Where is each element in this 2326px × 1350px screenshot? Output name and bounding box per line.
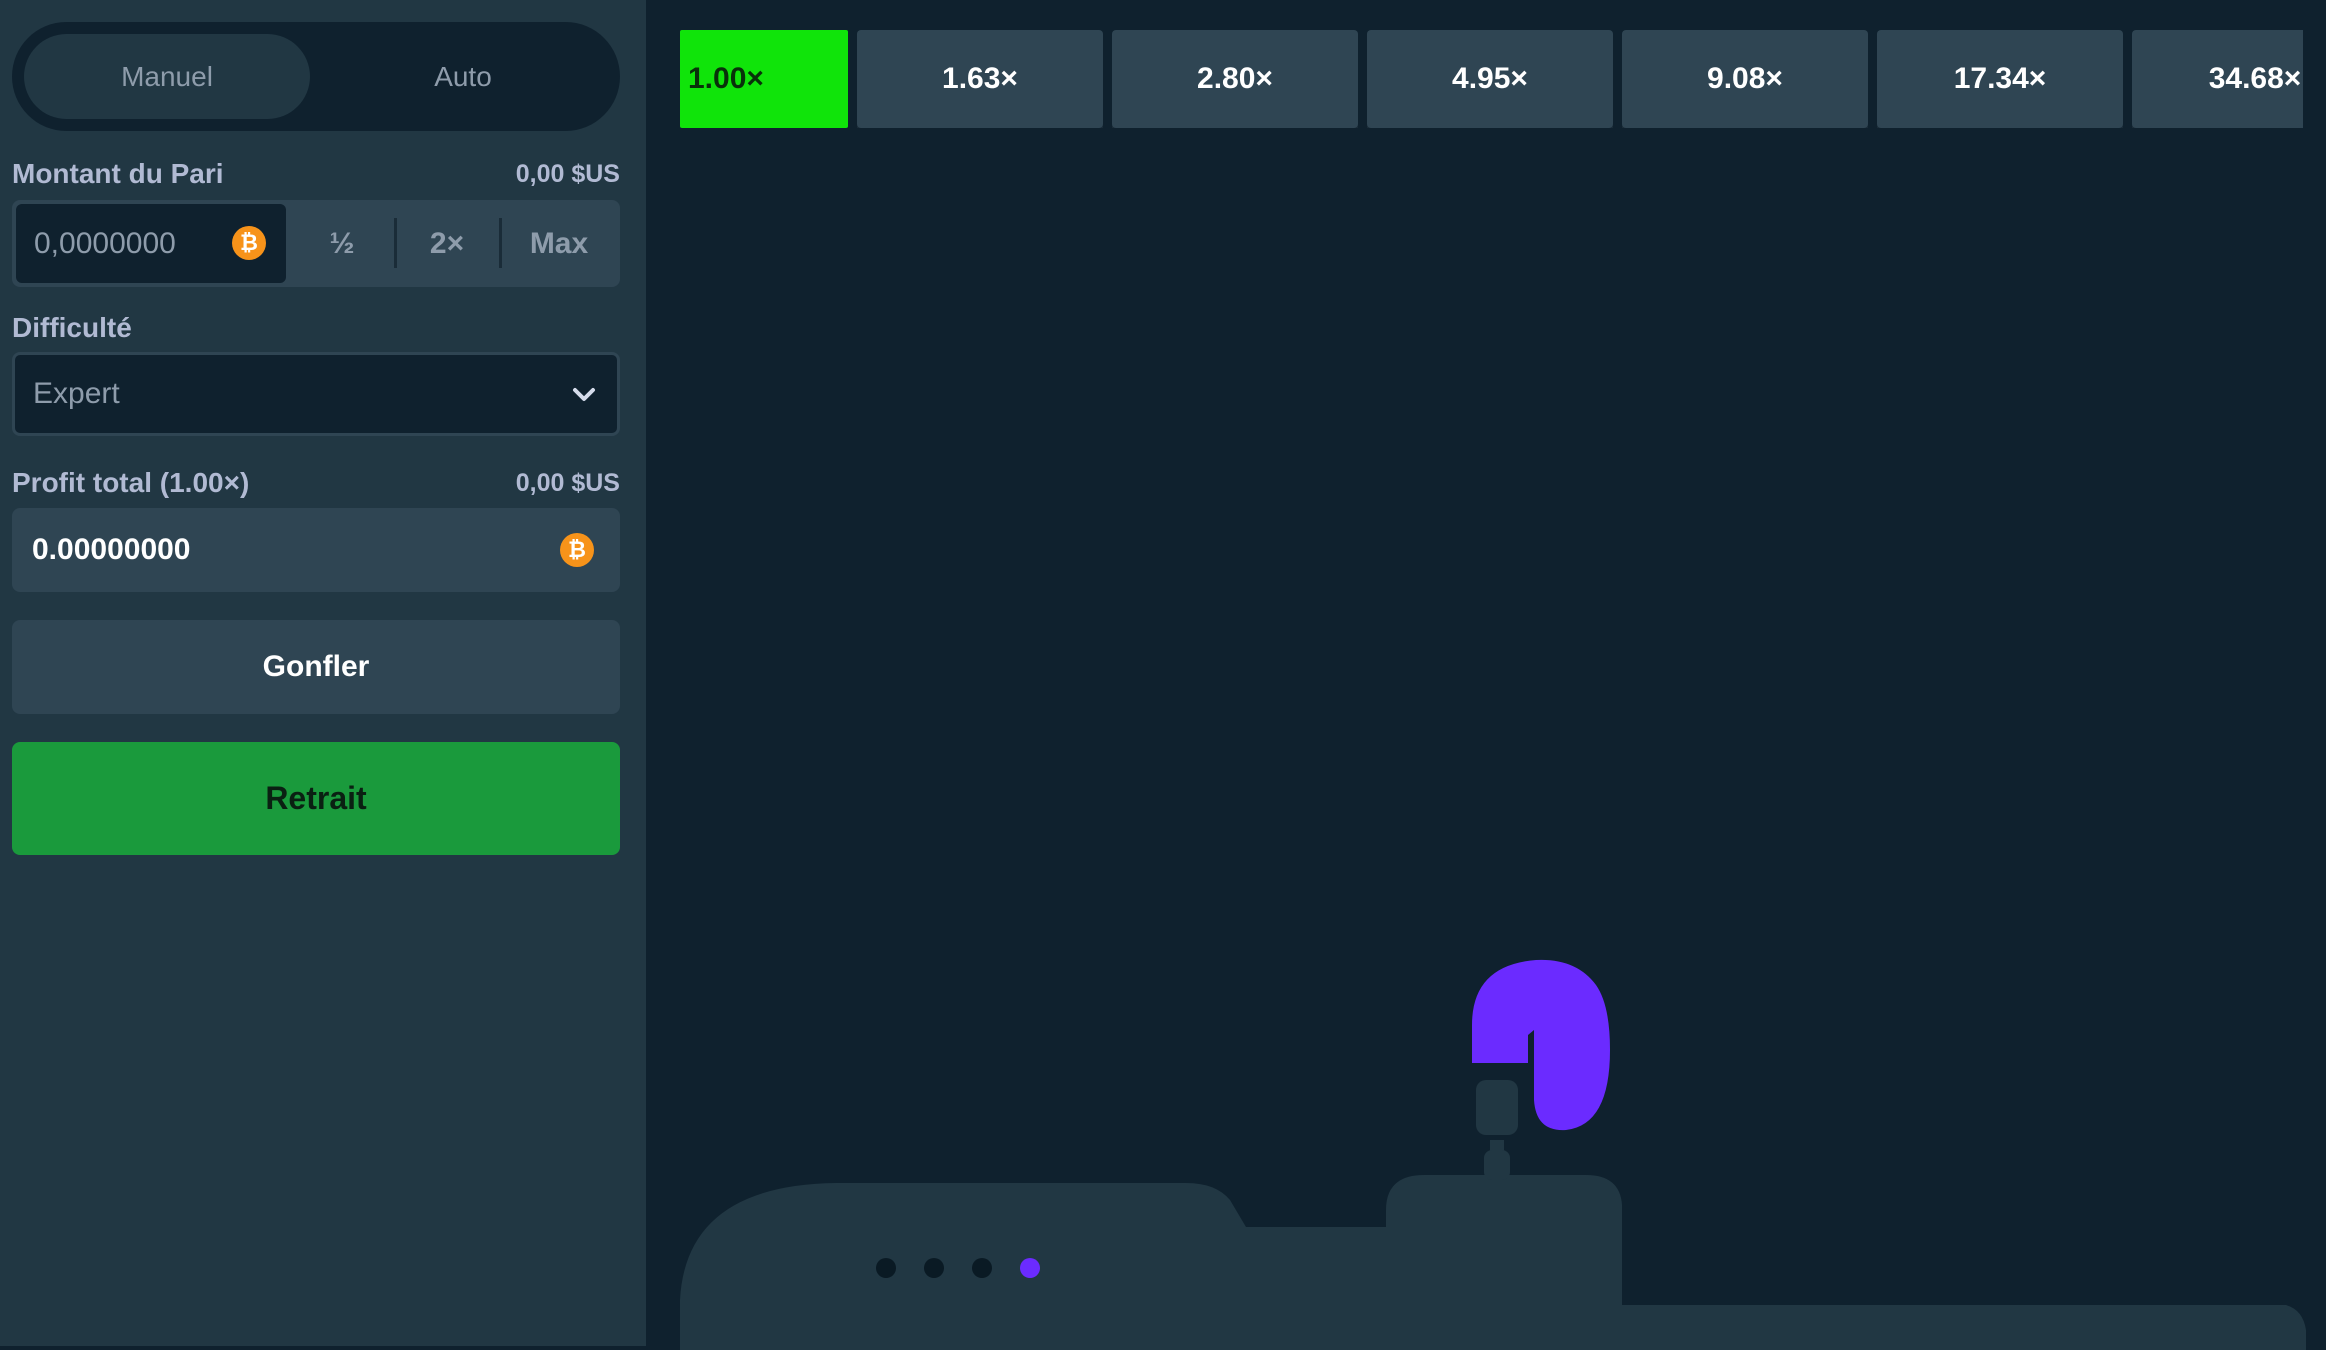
pump-base (1484, 1150, 1510, 1180)
difficulty-label: Difficulté (12, 312, 132, 343)
difficulty-value: Expert (33, 377, 120, 410)
multiplier-tile: 17.34× (1877, 30, 2123, 128)
chevron-down-icon (573, 388, 595, 401)
game-app: Manuel Auto Montant du Pari 0,00 $US 0,0… (0, 0, 2326, 1350)
total-profit-label: Profit total (1.00×) (12, 467, 250, 498)
multiplier-tile: 4.95× (1367, 30, 1613, 128)
max-bet-button[interactable]: Max (502, 204, 616, 283)
progress-dot (876, 1258, 896, 1278)
bet-amount-value: 0,0000000 (34, 226, 176, 260)
multiplier-tile: 9.08× (1622, 30, 1868, 128)
total-profit-value: 0.00000000 (32, 533, 191, 566)
bet-controls-sidebar: Manuel Auto Montant du Pari 0,00 $US 0,0… (0, 0, 646, 1346)
multiplier-tile: 1.00× (680, 30, 848, 128)
multiplier-bar: 1.00× 1.63× 2.80× 4.95× 9.08× 17.34× 34.68× (680, 30, 2303, 128)
multiplier-tile: 2.80× (1112, 30, 1358, 128)
tab-auto[interactable]: Auto (320, 34, 606, 119)
balloon-scene (680, 959, 2306, 1350)
total-profit-usd: 0,00 $US (515, 469, 620, 497)
double-bet-button[interactable]: 2× (397, 204, 497, 283)
half-bet-button[interactable]: ½ (292, 204, 392, 283)
bitcoin-icon: ₿ (232, 226, 266, 260)
difficulty-select[interactable]: Expert (12, 352, 620, 436)
cashout-button[interactable]: Retrait (12, 742, 620, 855)
hill (680, 1175, 2306, 1350)
bitcoin-icon: ₿ (560, 533, 594, 567)
bet-amount-row: 0,0000000 ₿ ½ 2× Max (12, 200, 620, 287)
game-area: 1.00× 1.63× 2.80× 4.95× 9.08× 17.34× 34.68× (646, 0, 2326, 1350)
bet-amount-input[interactable]: 0,0000000 ₿ (16, 204, 286, 283)
inflate-button[interactable]: Gonfler (12, 620, 620, 714)
progress-dot (972, 1258, 992, 1278)
bet-amount-usd: 0,00 $US (515, 160, 620, 188)
multiplier-tile: 1.63× (857, 30, 1103, 128)
total-profit-field: 0.00000000 ₿ (12, 508, 620, 592)
progress-dot-active (1020, 1258, 1040, 1278)
tab-manual[interactable]: Manuel (24, 34, 310, 119)
mode-toggle: Manuel Auto (12, 22, 620, 131)
bet-amount-label: Montant du Pari (12, 158, 224, 189)
progress-dot (924, 1258, 944, 1278)
pump-head (1476, 1080, 1518, 1135)
multiplier-tile: 34.68× (2132, 30, 2303, 128)
